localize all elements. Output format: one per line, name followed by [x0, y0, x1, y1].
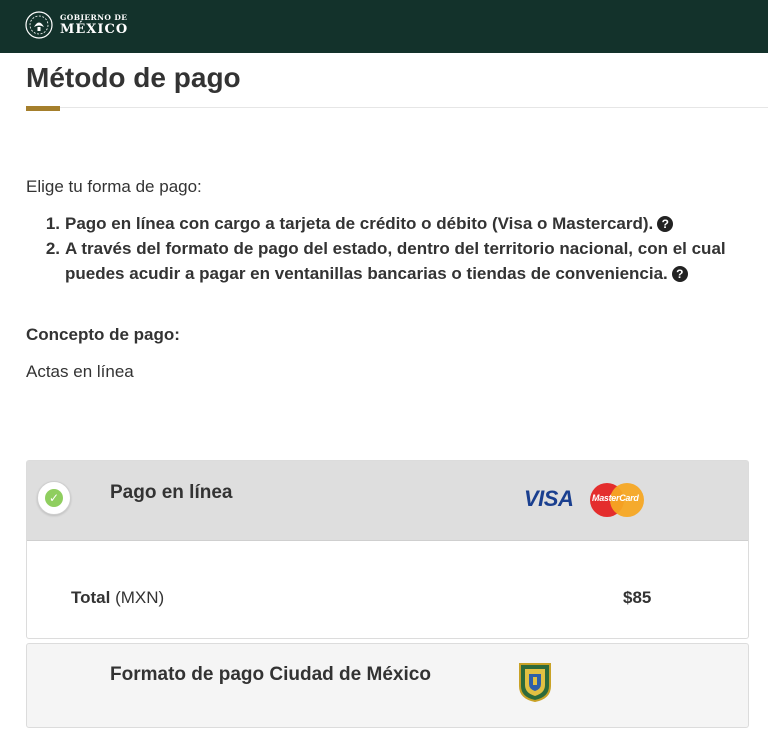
option-text-wrap: A través del formato de pago del estado,…: [65, 236, 750, 286]
visa-logo-icon: VISA: [524, 486, 574, 511]
gov-wordmark: GOBIERNO DE MÉXICO: [60, 14, 128, 37]
intro-text: Elige tu forma de pago:: [26, 177, 202, 196]
option-item-2: 2. A través del formato de pago del esta…: [26, 236, 750, 286]
online-payment-title: Pago en línea: [110, 482, 233, 503]
option-text: A través del formato de pago del estado,…: [65, 239, 726, 283]
option-item-1: 1. Pago en línea con cargo a tarjeta de …: [26, 211, 750, 236]
option-text-wrap: Pago en línea con cargo a tarjeta de cré…: [65, 211, 750, 236]
format-payment-card[interactable]: Formato de pago Ciudad de México: [26, 643, 749, 728]
payment-options-list: 1. Pago en línea con cargo a tarjeta de …: [26, 211, 750, 286]
gov-header: GOBIERNO DE MÉXICO: [0, 0, 768, 53]
total-value: $85: [623, 588, 652, 607]
mastercard-logo-icon: MasterCard: [590, 483, 644, 517]
total-label-strong: Total: [71, 588, 111, 607]
question-circle-icon[interactable]: ?: [671, 266, 688, 282]
gov-logo[interactable]: GOBIERNO DE MÉXICO: [24, 10, 128, 40]
eagle-emblem-icon: [25, 11, 53, 39]
concept-label: Concepto de pago:: [26, 325, 180, 344]
check-icon: ✓: [45, 489, 63, 507]
total-currency: (MXN): [115, 588, 165, 607]
title-accent-bar: [26, 106, 60, 111]
gov-line1: GOBIERNO DE: [60, 12, 128, 22]
concept-value: Actas en línea: [26, 362, 134, 381]
option-number: 2.: [45, 239, 60, 258]
online-payment-header[interactable]: ✓ Pago en línea VISA MasterCard: [27, 461, 748, 541]
mastercard-wordmark: MasterCard: [592, 493, 639, 503]
cdmx-shield-icon: [519, 663, 551, 702]
option-text: Pago en línea con cargo a tarjeta de cré…: [65, 214, 654, 233]
format-payment-title: Formato de pago Ciudad de México: [110, 664, 431, 685]
total-label: Total (MXN): [71, 588, 164, 608]
title-divider: [26, 107, 768, 108]
online-payment-card[interactable]: ✓ Pago en línea VISA MasterCard Total (M…: [26, 460, 749, 639]
option-number: 1.: [45, 214, 60, 233]
gov-line2: MÉXICO: [60, 22, 129, 38]
page-title: Método de pago: [26, 62, 241, 93]
question-circle-icon[interactable]: ?: [657, 216, 674, 232]
online-payment-radio[interactable]: ✓: [37, 481, 71, 515]
